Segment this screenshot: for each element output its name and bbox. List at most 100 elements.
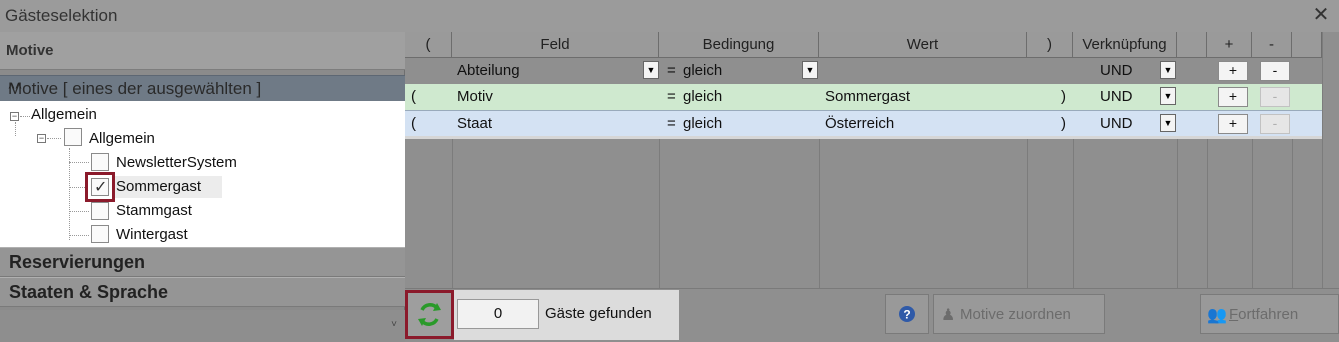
cell-op: = [667, 88, 676, 105]
grid-line [452, 139, 453, 288]
cell-wert[interactable]: Österreich [825, 115, 894, 132]
verknuepfung-dropdown-icon[interactable]: ▼ [1160, 87, 1176, 105]
grid-line [1292, 139, 1293, 288]
checkbox-stammgast[interactable] [91, 202, 109, 220]
table-row[interactable]: ( Staat = gleich Österreich ) UND ▼ + - [405, 110, 1322, 136]
svg-text:?: ? [903, 308, 910, 322]
cell-feld[interactable]: Motiv [457, 88, 493, 105]
add-row-button[interactable]: + [1218, 114, 1248, 134]
collapse-icon[interactable]: ˄˄ [8, 79, 397, 93]
cell-verknuepfung[interactable]: UND [1100, 88, 1133, 105]
tree-line [69, 162, 89, 163]
tree-group-label[interactable]: Allgemein [89, 130, 155, 147]
grid-line [1322, 32, 1323, 288]
tree-item-stammgast[interactable]: Stammgast [116, 202, 192, 219]
refresh-icon [418, 303, 441, 326]
cell-verknuepfung[interactable]: UND [1100, 62, 1133, 79]
table-row[interactable]: Abteilung ▼ = gleich ▼ UND ▼ + - [405, 58, 1322, 84]
col-header-wert[interactable]: Wert [819, 32, 1027, 58]
condition-grid: ( Feld Bedingung Wert ) Verknüpfung + - … [405, 32, 1339, 288]
col-header-spacer [1177, 32, 1207, 58]
tree-root-label[interactable]: Allgemein [31, 106, 97, 123]
section-reservierungen[interactable]: Reservierungen [0, 247, 405, 277]
group-checkbox[interactable] [64, 128, 82, 146]
assign-icon: ♟ [941, 307, 956, 324]
checkbox-newslettersystem[interactable] [91, 153, 109, 171]
bedingung-dropdown-icon[interactable]: ▼ [802, 61, 818, 79]
col-header-end [1292, 32, 1322, 58]
motive-group-bar[interactable]: Motive [ eines der ausgewählten ] ˄˄ [0, 75, 405, 101]
tree-line [47, 138, 61, 139]
tree-line [20, 116, 30, 117]
continue-label-mnemonic: F [1229, 306, 1239, 323]
cell-bedingung[interactable]: gleich [683, 88, 722, 105]
left-panel-footer: ˅ [0, 310, 405, 342]
cell-close[interactable]: ) [1061, 88, 1066, 105]
tree-line [69, 211, 89, 212]
cell-verknuepfung[interactable]: UND [1100, 115, 1133, 132]
verknuepfung-dropdown-icon[interactable]: ▼ [1160, 114, 1176, 132]
grid-line [659, 139, 660, 288]
tree-item-wintergast[interactable]: Wintergast [116, 226, 188, 243]
motive-header[interactable]: Motive [0, 32, 405, 70]
assign-motive-button[interactable]: ♟ Motive zuordnen [933, 294, 1105, 334]
cell-feld[interactable]: Abteilung [457, 62, 520, 79]
help-icon: ? [899, 306, 915, 322]
cell-close[interactable]: ) [1061, 115, 1066, 132]
remove-row-button[interactable]: - [1260, 61, 1290, 81]
grid-line [1252, 139, 1253, 288]
col-header-open: ( [405, 32, 452, 58]
motive-tree: − Allgemein − Allgemein NewsletterSystem… [0, 101, 405, 247]
cell-open[interactable]: ( [411, 115, 416, 132]
cell-feld[interactable]: Staat [457, 115, 492, 132]
col-header-close: ) [1027, 32, 1073, 58]
col-header-feld[interactable]: Feld [452, 32, 659, 58]
grid-line [1073, 139, 1074, 288]
close-icon[interactable]: ✕ [1309, 3, 1333, 27]
grid-line [1177, 139, 1178, 288]
grid-line [1027, 139, 1028, 288]
grid-line [819, 139, 820, 288]
section-reservierungen-label: Reservierungen [9, 252, 146, 272]
help-button[interactable]: ? [885, 294, 929, 334]
title-bar: Gästeselektion ✕ [0, 0, 1339, 32]
scroll-down-icon[interactable]: ˅ [391, 319, 397, 330]
table-row[interactable]: ( Motiv = gleich Sommergast ) UND ▼ + - [405, 84, 1322, 110]
tree-line [69, 235, 89, 236]
cell-op: = [667, 62, 676, 79]
continue-button[interactable]: 👥 Fortfahren [1200, 294, 1339, 334]
checkbox-sommergast[interactable] [91, 177, 109, 197]
feld-dropdown-icon[interactable]: ▼ [643, 61, 659, 79]
tree-item-newslettersystem[interactable]: NewsletterSystem [116, 154, 237, 171]
refresh-button[interactable] [405, 290, 454, 339]
collapse-root-icon[interactable]: − [10, 112, 19, 121]
section-staaten-sprache-label: Staaten & Sprache [9, 282, 169, 302]
col-header-verknuepfung[interactable]: Verknüpfung [1073, 32, 1177, 58]
guests-found-label: Gäste gefunden [545, 305, 652, 322]
cell-bedingung[interactable]: gleich [683, 115, 722, 132]
collapse-group-icon[interactable]: − [37, 134, 46, 143]
cell-op: = [667, 115, 676, 132]
remove-row-button[interactable]: - [1260, 87, 1290, 107]
window-title: Gästeselektion [5, 6, 118, 25]
cell-bedingung[interactable]: gleich [683, 62, 722, 79]
add-row-button[interactable]: + [1218, 61, 1248, 81]
tree-line [15, 122, 16, 136]
continue-label-rest: ortfahren [1238, 306, 1299, 323]
motive-header-label: Motive [6, 42, 54, 59]
checkbox-wintergast[interactable] [91, 225, 109, 243]
section-staaten-sprache[interactable]: Staaten & Sprache [0, 277, 405, 307]
cell-wert[interactable]: Sommergast [825, 88, 910, 105]
remove-row-button[interactable]: - [1260, 114, 1290, 134]
assign-motive-label: Motive zuordnen [960, 306, 1071, 323]
left-panel: Motive Motive [ eines der ausgewählten ]… [0, 32, 405, 342]
grid-divider [405, 136, 1322, 139]
cell-open[interactable]: ( [411, 88, 416, 105]
col-header-minus: - [1252, 32, 1292, 58]
bottom-toolbar: 0 Gäste gefunden ? ♟ Motive zuordnen 👥 F… [405, 288, 1339, 342]
col-header-bedingung[interactable]: Bedingung [659, 32, 819, 58]
guest-count: 0 [457, 299, 539, 329]
tree-item-sommergast[interactable]: Sommergast [116, 178, 201, 195]
verknuepfung-dropdown-icon[interactable]: ▼ [1160, 61, 1176, 79]
add-row-button[interactable]: + [1218, 87, 1248, 107]
